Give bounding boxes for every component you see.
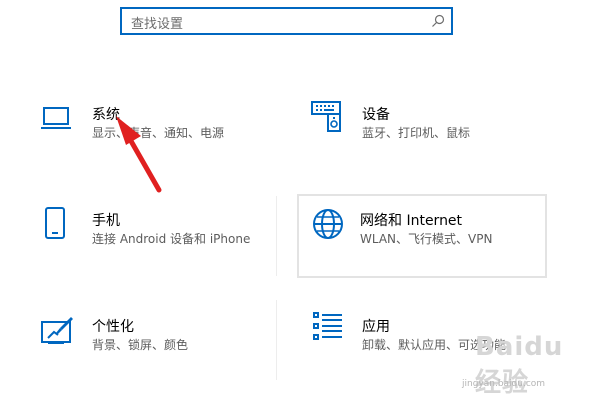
- tile-devices[interactable]: 设备 蓝牙、打印机、鼠标: [300, 92, 550, 152]
- tile-title: 个性化: [92, 319, 134, 335]
- tile-phone[interactable]: 手机 连接 Android 设备和 iPhone: [30, 200, 270, 260]
- tile-description: 背景、锁屏、颜色: [92, 338, 189, 352]
- tile-title: 系统: [92, 107, 120, 123]
- tile-description: 蓝牙、打印机、鼠标: [362, 126, 471, 140]
- laptop-icon: [41, 107, 71, 129]
- devices-icon: [311, 101, 341, 132]
- personalization-icon: [41, 317, 73, 344]
- apps-list-icon: [313, 312, 342, 340]
- search-icon: [432, 14, 445, 27]
- tile-title: 设备: [362, 107, 390, 123]
- tile-title: 应用: [362, 319, 390, 335]
- tile-description: 显示、声音、通知、电源: [92, 126, 225, 140]
- divider: [276, 196, 277, 276]
- search-box[interactable]: 查找设置: [120, 7, 453, 35]
- divider: [276, 300, 277, 380]
- tile-network[interactable]: 网络和 Internet WLAN、飞行模式、VPN: [297, 194, 547, 278]
- phone-icon: [45, 207, 65, 239]
- tile-description: 连接 Android 设备和 iPhone: [92, 232, 251, 246]
- watermark-url: jingyan.baidu.com: [462, 379, 546, 389]
- tile-title: 手机: [92, 213, 120, 229]
- tile-system[interactable]: 系统 显示、声音、通知、电源: [30, 92, 270, 152]
- tile-description: WLAN、飞行模式、VPN: [360, 232, 493, 246]
- search-input[interactable]: 查找设置: [131, 13, 183, 32]
- tile-title: 网络和 Internet: [360, 213, 463, 229]
- tile-personalization[interactable]: 个性化 背景、锁屏、颜色: [30, 308, 270, 368]
- globe-icon: [313, 209, 343, 239]
